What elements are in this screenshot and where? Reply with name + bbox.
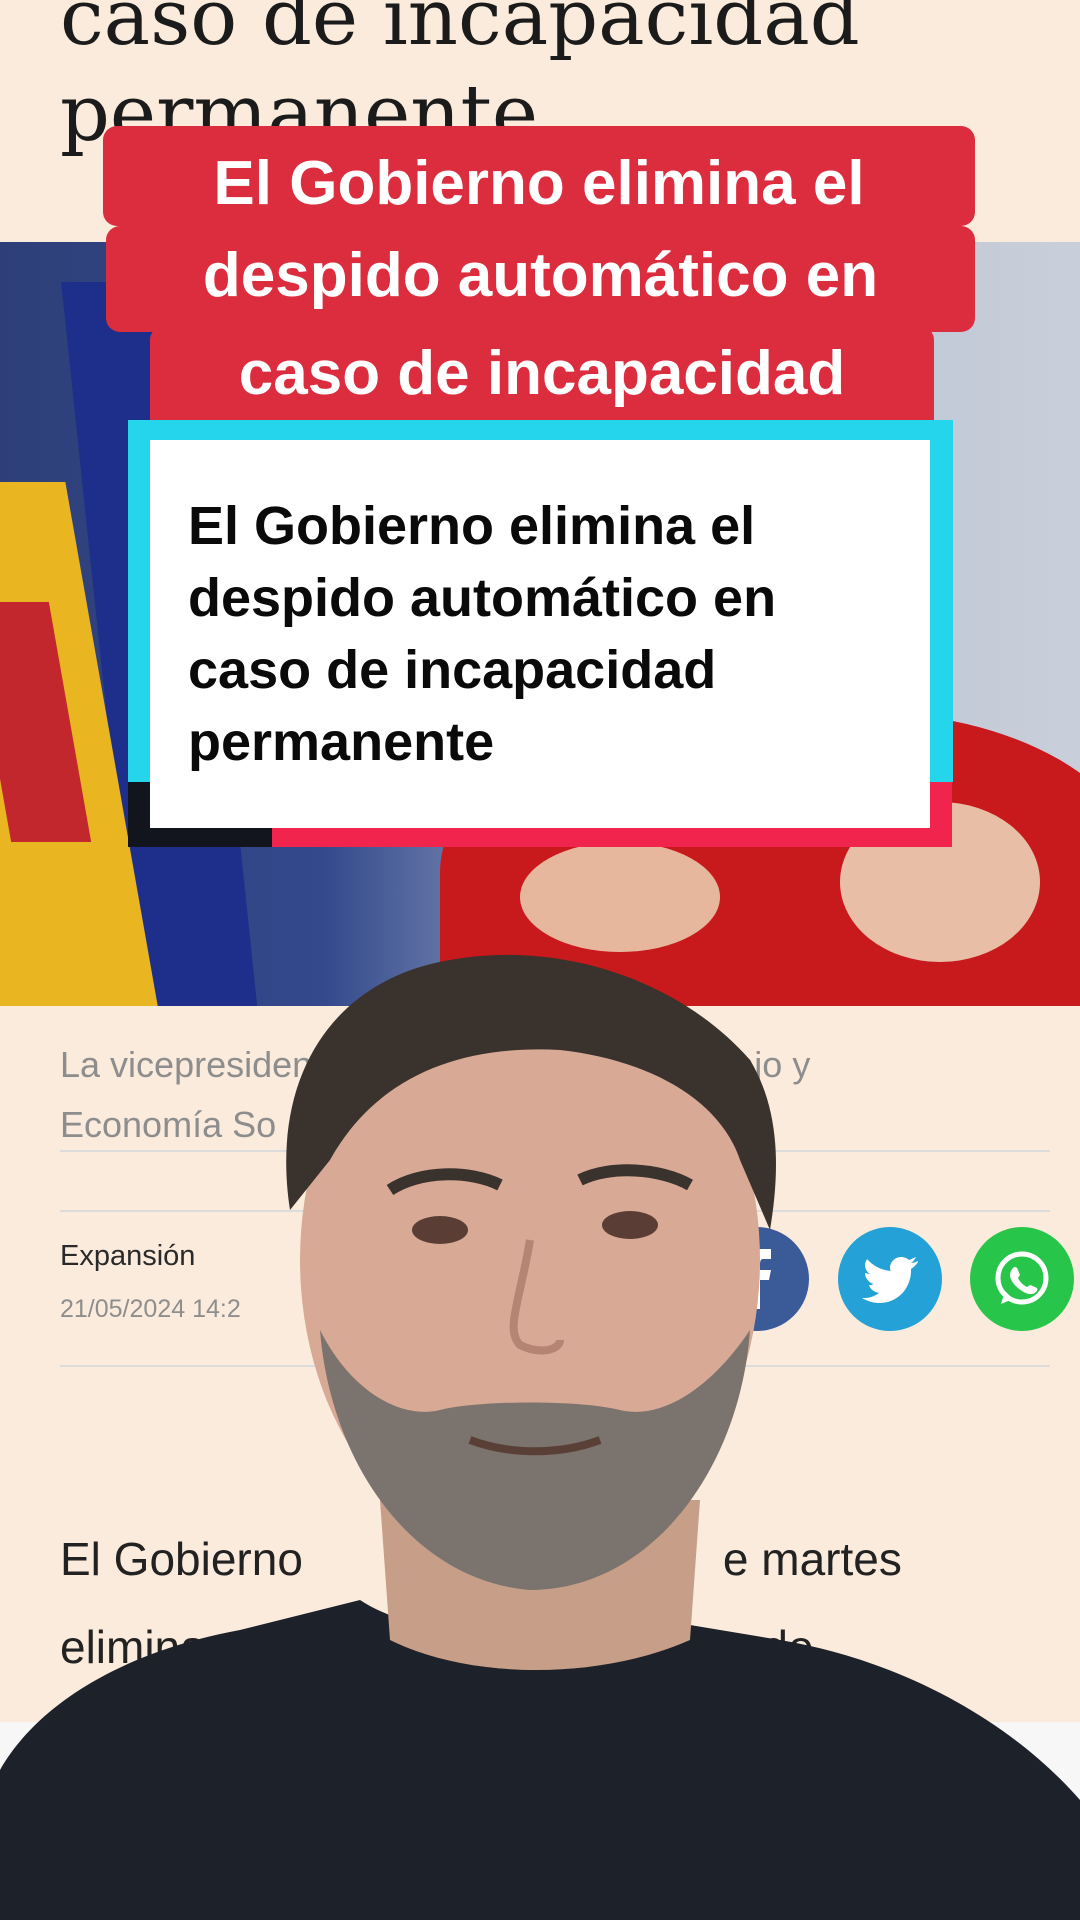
whatsapp-icon <box>995 1251 1049 1305</box>
headline-card-line: caso de incapacidad <box>188 640 717 700</box>
twitter-share-button[interactable] <box>838 1227 942 1331</box>
facebook-icon <box>741 1249 771 1309</box>
headline-card-line: El Gobierno elimina el <box>188 496 756 556</box>
headline-card-line: despido automático en <box>188 568 777 628</box>
bottom-toolbar <box>0 1722 1080 1920</box>
publish-date: 21/05/2024 14:2 <box>60 1295 241 1323</box>
hand-shape <box>520 842 720 952</box>
divider <box>60 1210 1050 1212</box>
title-banner-line: despido automático en <box>106 226 975 332</box>
twitter-icon <box>862 1257 918 1303</box>
source-name[interactable]: Expansión <box>60 1240 195 1273</box>
divider <box>60 1365 1050 1367</box>
more-options-icon[interactable]: ••• <box>995 1772 1047 1822</box>
photo-caption: La vicepresident a de Trabajo y Economía … <box>60 1044 811 1145</box>
headline-card: El Gobierno elimina el despido automátic… <box>150 440 930 828</box>
title-banner-line: El Gobierno elimina el <box>103 126 975 226</box>
title-banner-line: caso de incapacidad <box>150 326 934 434</box>
facebook-share-button[interactable] <box>705 1227 809 1331</box>
whatsapp-share-button[interactable] <box>970 1227 1074 1331</box>
headline-card-line: permanente <box>188 712 495 772</box>
divider <box>60 1150 1050 1152</box>
